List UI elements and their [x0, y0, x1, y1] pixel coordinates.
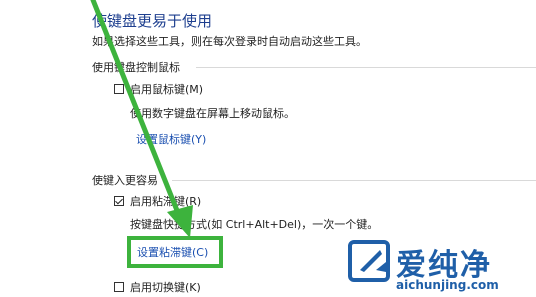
- watermark-url: aichunjing.com: [396, 278, 499, 292]
